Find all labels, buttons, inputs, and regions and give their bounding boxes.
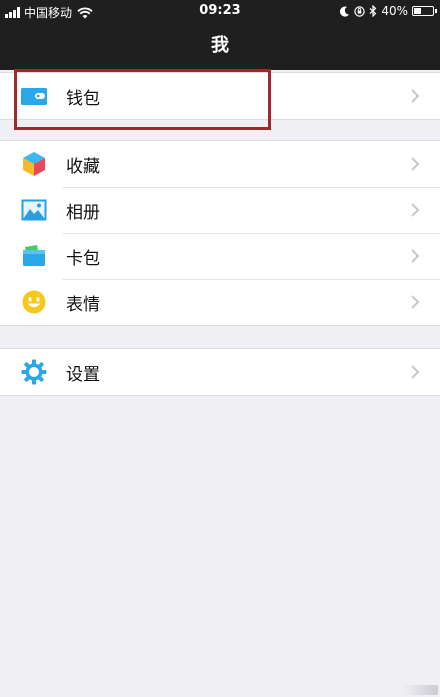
album-picture-icon xyxy=(21,197,47,223)
chevron-right-icon xyxy=(411,365,420,379)
watermark xyxy=(402,685,438,695)
menu-item-label: 相册 xyxy=(66,202,100,223)
chevron-right-icon xyxy=(411,203,420,217)
menu-item-stickers[interactable]: 表情 xyxy=(0,279,440,325)
nav-bar: 我 xyxy=(0,22,440,70)
menu-item-favorites[interactable]: 收藏 xyxy=(0,141,440,187)
menu-item-card-pack[interactable]: 卡包 xyxy=(0,233,440,279)
menu-group-content: 收藏 相册 卡包 表情 xyxy=(0,140,440,326)
battery-percent: 40% xyxy=(381,4,408,18)
settings-gear-icon xyxy=(21,359,47,385)
smiley-face-icon xyxy=(21,289,47,315)
highlight-box xyxy=(14,69,271,130)
menu-item-label: 收藏 xyxy=(66,156,100,177)
chevron-right-icon xyxy=(411,249,420,263)
rotation-lock-icon xyxy=(354,5,366,17)
page-title: 我 xyxy=(211,35,229,56)
menu-item-label: 表情 xyxy=(66,294,100,315)
menu-item-label: 卡包 xyxy=(66,248,100,269)
chevron-right-icon xyxy=(411,157,420,171)
status-bar: 中国移动 09:23 40% xyxy=(0,0,440,22)
card-pack-icon xyxy=(21,243,47,269)
menu-item-settings[interactable]: 设置 xyxy=(0,349,440,395)
favorites-cube-icon xyxy=(21,151,47,177)
menu-item-album[interactable]: 相册 xyxy=(0,187,440,233)
chevron-right-icon xyxy=(411,89,420,103)
status-right: 40% xyxy=(340,4,437,18)
menu-item-label: 设置 xyxy=(66,364,100,385)
chevron-right-icon xyxy=(411,295,420,309)
moon-icon xyxy=(340,6,350,17)
bluetooth-icon xyxy=(369,5,377,17)
battery-icon xyxy=(412,6,437,16)
battery-fill xyxy=(414,8,421,14)
menu-group-settings: 设置 xyxy=(0,348,440,396)
